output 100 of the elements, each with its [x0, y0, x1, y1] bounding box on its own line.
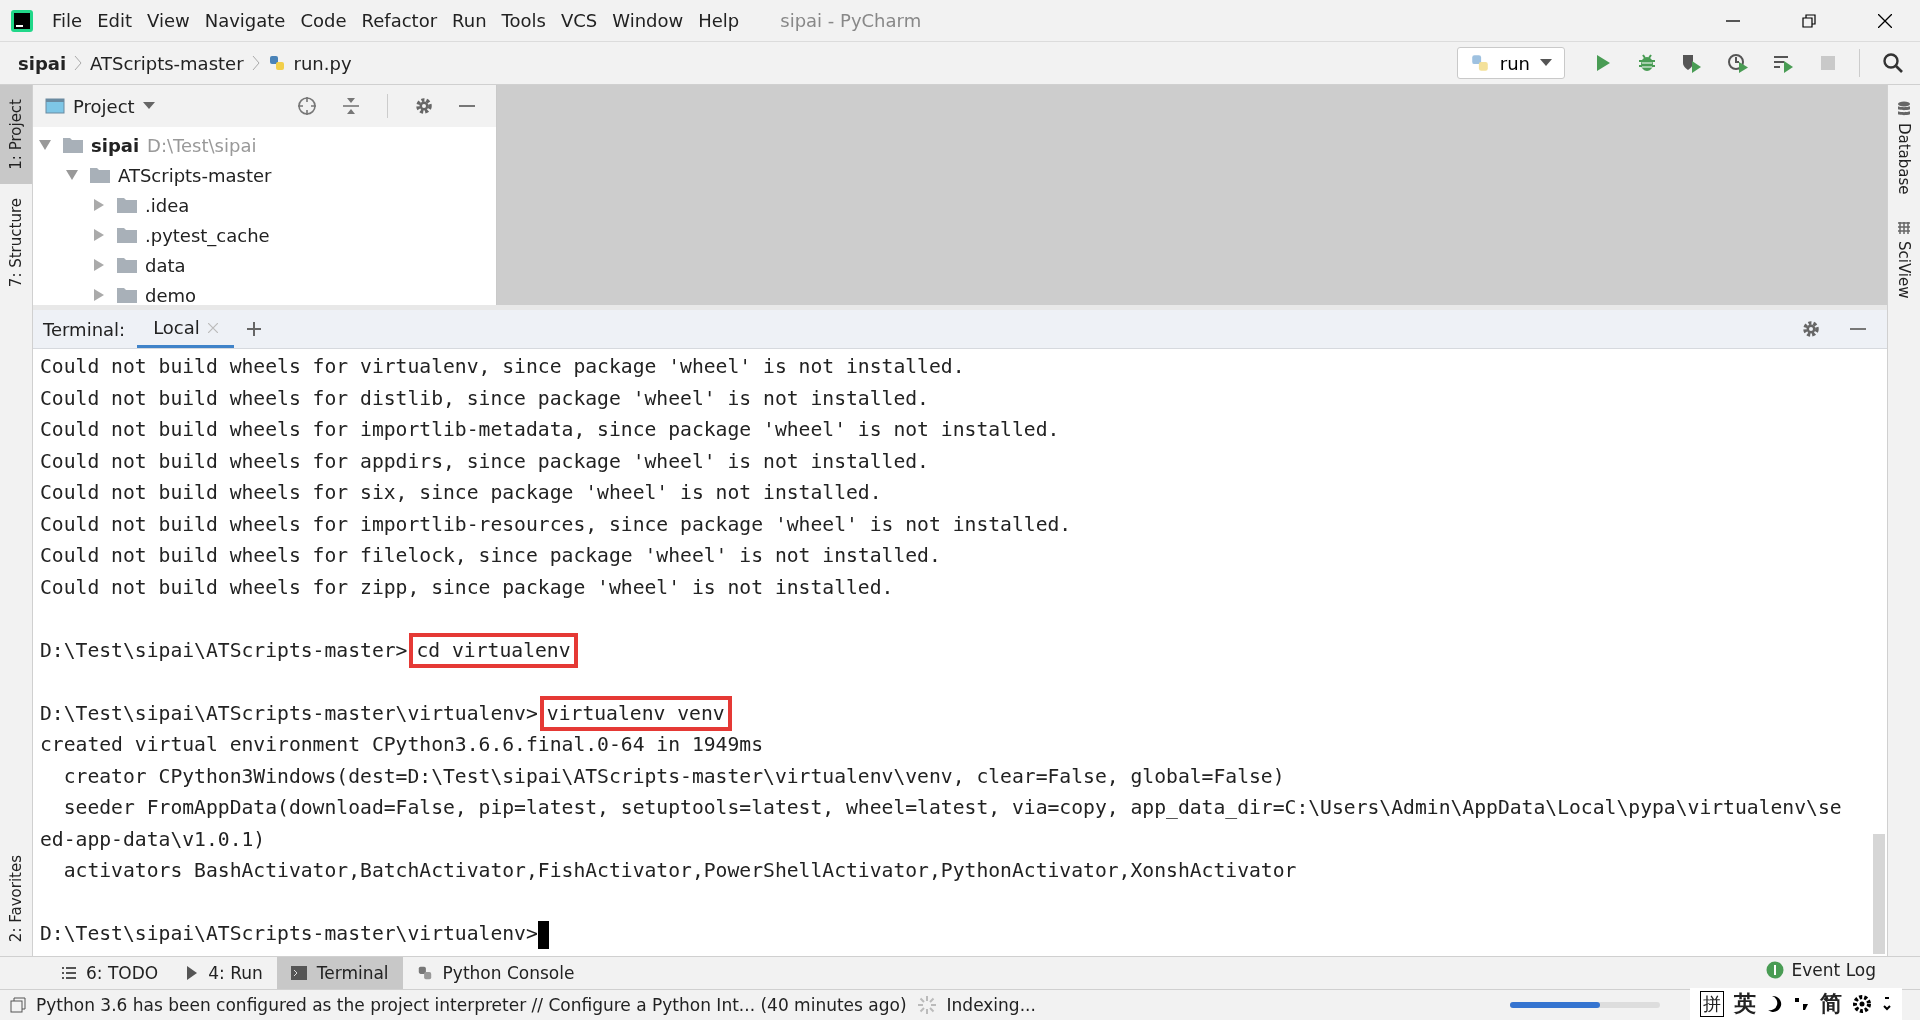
menu-item[interactable]: Navigate	[204, 10, 286, 31]
terminal-line: seeder FromAppData(download=False, pip=latest, setuptools=latest, wheel=latest, via=copy, app_data_dir=C:\Users\Admin\AppData\Local\pypa\virtualenv\se	[62, 795, 1843, 821]
ime-button[interactable]: 拼	[1700, 991, 1724, 1017]
app-logo-icon	[10, 8, 34, 33]
terminal-line: Could not build wheels for appdirs, since package 'wheel' is not installed.	[40, 448, 930, 475]
tool-window-tab[interactable]: 4: Run	[172, 957, 277, 989]
restore-icon[interactable]	[1802, 13, 1816, 28]
database-icon	[1897, 101, 1911, 117]
play-icon	[186, 966, 199, 980]
locate-icon[interactable]	[297, 96, 317, 116]
tree-item[interactable]: sipai	[91, 134, 140, 156]
dropdown-arrow-icon[interactable]	[142, 102, 155, 110]
menu-item[interactable]: VCS	[560, 10, 598, 31]
python-file-icon	[267, 54, 286, 72]
close-icon[interactable]	[1878, 13, 1892, 28]
terminal-line: creator CPython3Windows(dest=D:\Test\sipai\ATScripts-master\virtualenv\venv, clear=False, global=False)	[62, 763, 1286, 790]
terminal-line: ed-app-data\v1.0.1)	[40, 826, 267, 853]
ime-button[interactable]: 简	[1820, 989, 1842, 1019]
collapsed-arrow-icon[interactable]	[93, 259, 105, 271]
grid-icon	[1897, 220, 1911, 235]
tree-item[interactable]: .pytest_cache	[145, 224, 270, 246]
folder-icon	[117, 287, 137, 303]
moon-icon[interactable]	[1766, 994, 1784, 1014]
event-log-button[interactable]: Event Log	[1761, 957, 1880, 983]
tool-window-tab[interactable]: 1: Project	[0, 85, 32, 184]
terminal-line: created virtual environment CPython3.6.6.final.0-64 in 1949ms	[40, 732, 765, 758]
gear-icon[interactable]	[1852, 994, 1872, 1014]
collapse-all-icon[interactable]	[341, 96, 361, 116]
toggle-panels-icon[interactable]	[10, 997, 26, 1013]
tool-window-tab[interactable]: 6: TODO	[48, 957, 173, 989]
terminal-icon	[290, 966, 307, 980]
menu-item[interactable]: Run	[452, 10, 487, 31]
settings-icon[interactable]	[414, 96, 434, 116]
collapsed-arrow-icon[interactable]	[93, 289, 105, 301]
menu-item[interactable]: Tools	[501, 10, 546, 31]
window-title: sipai - PyCharm	[780, 10, 922, 31]
terminal-prompt: D:\Test\sipai\ATScripts-master>	[40, 638, 408, 662]
folder-icon	[117, 257, 137, 273]
chevron-icon	[74, 55, 83, 71]
tree-item[interactable]: .idea	[145, 194, 190, 216]
tree-item[interactable]: demo	[145, 284, 197, 305]
python-icon	[416, 965, 433, 981]
scrollbar-thumb[interactable]	[1873, 834, 1885, 954]
panel-title[interactable]: Project	[73, 95, 135, 117]
terminal-line: Could not build wheels for importlib-resources, since package 'wheel' is not installed.	[40, 511, 1073, 538]
collapsed-arrow-icon[interactable]	[93, 199, 105, 211]
expanded-arrow-icon[interactable]	[66, 169, 78, 181]
debug-icon[interactable]	[1637, 53, 1657, 73]
chevron-icon	[251, 55, 260, 71]
info-badge-icon	[1765, 961, 1784, 979]
spinner-icon	[916, 995, 937, 1015]
menu-item[interactable]: File	[52, 10, 83, 31]
menu-item[interactable]: Code	[300, 10, 347, 31]
folder-icon	[90, 167, 110, 183]
tool-window-tab[interactable]: 7: Structure	[0, 183, 32, 301]
menu-item[interactable]: Edit	[97, 10, 132, 31]
settings-icon[interactable]	[1801, 319, 1821, 339]
menu-item[interactable]: View	[147, 10, 190, 31]
folder-icon	[63, 137, 83, 153]
folder-icon	[117, 227, 137, 243]
tool-window-tab[interactable]: Terminal	[276, 957, 403, 989]
terminal-line: Could not build wheels for six, since package 'wheel' is not installed.	[40, 480, 883, 506]
tree-item[interactable]: data	[145, 254, 186, 276]
tool-window-tab[interactable]: Database	[1895, 101, 1913, 195]
menu-item[interactable]: Help	[698, 10, 740, 31]
terminal-line: Could not build wheels for distlib, since package 'wheel' is not installed.	[40, 385, 930, 412]
concurrency-icon[interactable]	[1773, 53, 1795, 73]
panel-title: Terminal:	[43, 318, 126, 340]
tool-window-tab[interactable]: 2: Favorites	[0, 840, 32, 956]
tree-item-path: D:\Test\sipai	[147, 134, 257, 156]
menu-item[interactable]: Refactor	[361, 10, 438, 31]
tool-window-tab[interactable]: SciView	[1895, 220, 1913, 299]
terminal-line: Could not build wheels for filelock, since package 'wheel' is not installed.	[40, 543, 942, 569]
terminal-prompt: D:\Test\sipai\ATScripts-master\virtualenv>	[40, 922, 538, 945]
dropdown-arrow-icon	[1540, 59, 1552, 67]
expanded-arrow-icon[interactable]	[39, 139, 51, 151]
tool-window-tab[interactable]: Python Console	[402, 957, 589, 989]
terminal-line: Could not build wheels for importlib-metadata, since package 'wheel' is not installed.	[40, 417, 1061, 443]
more-icon[interactable]	[1882, 995, 1892, 1013]
python-icon	[1469, 53, 1490, 73]
add-icon[interactable]	[245, 321, 262, 337]
status-message[interactable]: Python 3.6 has been configured as the project interpreter // Configure a Python Int... (40 minutes ago)	[36, 995, 907, 1015]
status-task: Indexing...	[946, 995, 1036, 1015]
terminal-line: activators BashActivator,BatchActivator,FishActivator,PowerShellActivator,PythonActivator,XonshActivator	[62, 858, 1298, 884]
terminal-line: Could not build wheels for zipp, since package 'wheel' is not installed.	[40, 574, 895, 601]
project-view-icon	[45, 98, 65, 114]
breadcrumb-item[interactable]: run.py	[293, 52, 352, 74]
breadcrumb-item[interactable]: sipai	[18, 52, 67, 74]
folder-icon	[117, 197, 137, 213]
breadcrumb-item[interactable]: ATScripts-master	[90, 52, 244, 74]
search-icon[interactable]	[1882, 52, 1904, 74]
list-icon	[62, 967, 76, 979]
menu-item[interactable]: Window	[612, 10, 684, 31]
run-config-dropdown[interactable]: run	[1456, 47, 1565, 79]
collapsed-arrow-icon[interactable]	[93, 229, 105, 241]
profile-icon[interactable]	[1727, 53, 1749, 73]
ime-button[interactable]: 英	[1734, 989, 1756, 1019]
tree-item[interactable]: ATScripts-master	[118, 164, 272, 186]
coverage-icon[interactable]	[1681, 53, 1703, 73]
terminal-line: Could not build wheels for virtualenv, since package 'wheel' is not installed.	[40, 354, 966, 380]
